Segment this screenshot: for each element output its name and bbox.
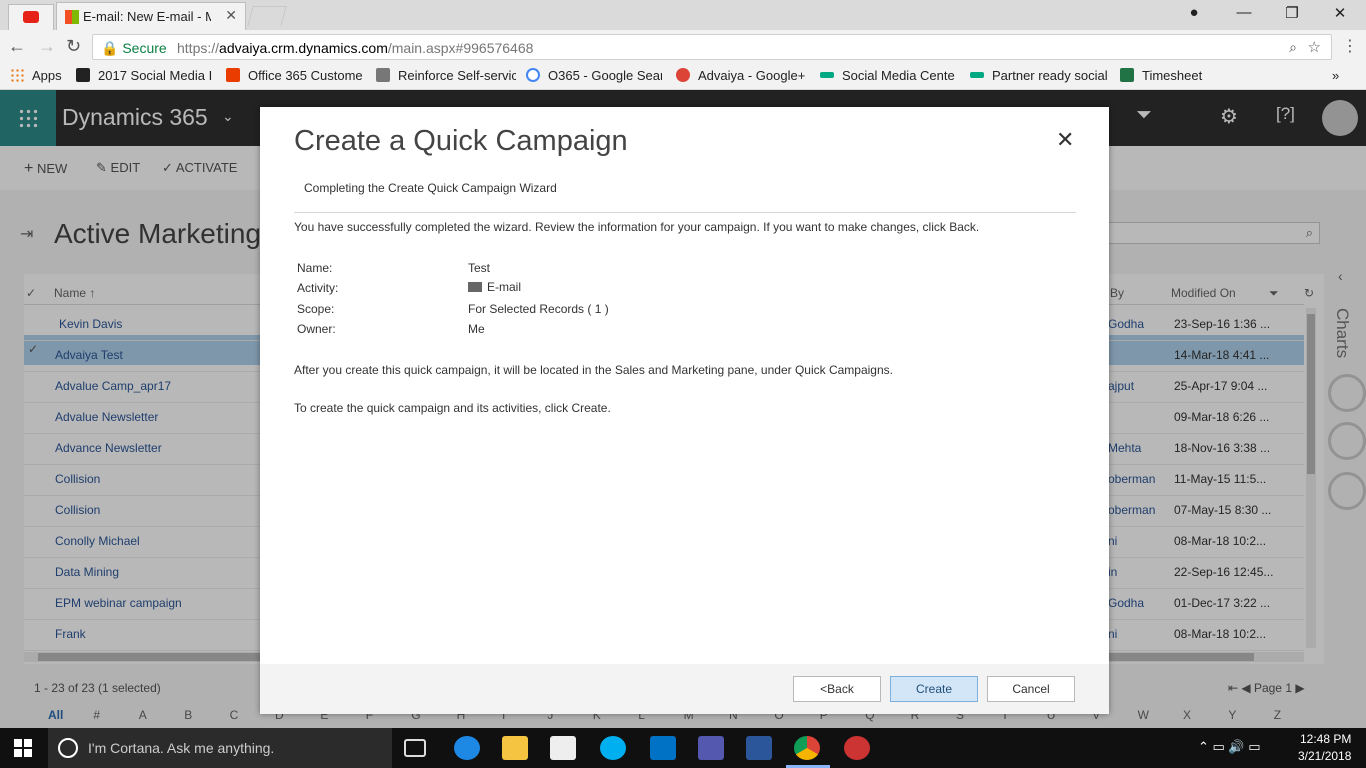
create-info-text: To create the quick campaign and its act… [294,401,611,415]
bookmark-label: O365 - Google Sear [548,68,662,83]
bookmark-label: Social Media Cente [842,68,955,83]
divider [294,212,1076,213]
back-arrow-icon[interactable]: ← [8,36,26,57]
teams-icon[interactable] [698,736,724,760]
snipping-tool-icon[interactable] [844,736,870,760]
profile-icon[interactable]: ● [1174,4,1214,21]
bookmark-label: Reinforce Self-servic [398,68,516,83]
bookmark-partner-ready[interactable]: Partner ready social [970,68,1108,83]
excel-icon [1120,68,1134,82]
activity-label: Activity: [297,281,339,295]
close-icon[interactable]: ✕ [1056,127,1074,153]
apps-grid-icon [10,68,24,82]
url-host: advaiya.crm.dynamics.com [219,40,388,56]
bookmark-social-media[interactable]: 2017 Social Media I [76,68,212,83]
cancel-button[interactable]: Cancel [987,676,1075,702]
reload-icon[interactable]: ↻ [66,36,81,57]
outlook-icon[interactable] [650,736,676,760]
new-tab-button[interactable] [247,6,287,26]
cortana-search-box[interactable]: I'm Cortana. Ask me anything. [48,728,392,768]
bookmark-label: Advaiya - Google+ [698,68,806,83]
url-prefix: https:// [177,40,220,56]
bookmark-favicon-icon [376,68,390,82]
windows-start-icon[interactable] [14,739,32,757]
google-icon [526,68,540,82]
name-label: Name: [297,261,333,275]
bookmark-social-media-center[interactable]: Social Media Cente [820,68,958,83]
location-info-text: After you create this quick campaign, it… [294,363,893,377]
quick-campaign-dialog: Create a Quick Campaign ✕ Completing the… [260,107,1109,714]
owner-value: Me [468,322,485,336]
file-explorer-icon[interactable] [502,736,528,760]
dialog-title: Create a Quick Campaign [294,125,628,157]
bookmark-google-plus[interactable]: Advaiya - Google+ [676,68,805,83]
word-icon[interactable] [746,736,772,760]
hpe-icon [970,72,984,78]
system-tray-icons[interactable]: ⌃ ▭ 🔊 ▭ [1198,739,1260,755]
windows-taskbar: I'm Cortana. Ask me anything. ⌃ ▭ 🔊 ▭ 12… [0,728,1366,768]
hpe-icon [820,72,834,78]
bookmark-reinforce[interactable]: Reinforce Self-servic [376,68,516,83]
microsoft-logo-icon [65,10,79,24]
zoom-icon[interactable]: ⌕ [1289,39,1297,56]
scope-value: For Selected Records ( 1 ) [468,302,609,316]
create-button[interactable]: Create [890,676,978,702]
edge-icon[interactable] [454,736,480,760]
bookmark-timesheet[interactable]: Timesheet [1120,68,1202,83]
activity-value: E-mail [468,280,521,294]
bookmark-label: Partner ready social [992,68,1108,83]
secure-label: Secure [122,40,167,56]
youtube-icon [23,11,39,23]
url-text[interactable]: https://advaiya.crm.dynamics.com/main.as… [177,40,533,56]
chrome-menu-icon[interactable]: ⋮ [1342,36,1358,56]
bookmark-office365[interactable]: Office 365 Custome [226,68,364,83]
omnibox[interactable]: 🔒 Secure https://advaiya.crm.dynamics.co… [92,34,1332,60]
bookmarks-bar: Apps 2017 Social Media I Office 365 Cust… [0,64,1366,90]
dialog-footer: <Back Create Cancel [260,664,1109,714]
youtube-pinned-tab[interactable] [8,4,54,30]
bookmarks-overflow-icon[interactable]: » [1332,68,1339,83]
tab-close-icon[interactable]: ✕ [225,7,237,24]
skype-icon[interactable] [600,736,626,760]
lock-icon: 🔒 [101,40,119,56]
bookmark-label: Apps [32,68,62,83]
clock-date[interactable]: 3/21/2018 [1298,749,1351,763]
url-path: /main.aspx#996576468 [387,40,534,56]
bookmark-google-search[interactable]: O365 - Google Sear [526,68,662,83]
office-icon [226,68,240,82]
address-bar-row: ← → ↻ 🔒 Secure https://advaiya.crm.dynam… [0,30,1366,64]
tab-title: E-mail: New E-mail - M [83,9,211,24]
bookmark-label: Office 365 Custome [248,68,363,83]
bookmark-label: Timesheet [1142,68,1203,83]
wizard-complete-text: You have successfully completed the wiza… [294,220,980,234]
browser-tab-active[interactable]: E-mail: New E-mail - M ✕ [56,2,246,30]
store-icon[interactable] [550,736,576,760]
name-value: Test [468,261,491,275]
minimize-button[interactable]: — [1224,4,1264,21]
dialog-subtitle: Completing the Create Quick Campaign Wiz… [304,181,557,195]
forward-arrow-icon[interactable]: → [38,36,56,57]
browser-tab-bar: E-mail: New E-mail - M ✕ ● — ❐ ✕ [0,0,1366,30]
envelope-icon [468,282,482,292]
task-view-icon[interactable] [404,739,426,757]
scope-label: Scope: [297,302,335,316]
back-button[interactable]: <Back [793,676,881,702]
cortana-placeholder: I'm Cortana. Ask me anything. [88,740,275,756]
chrome-icon[interactable] [794,736,820,760]
secure-indicator[interactable]: 🔒 Secure [101,40,167,57]
close-window-button[interactable]: ✕ [1320,4,1360,22]
bookmark-favicon-icon [76,68,90,82]
owner-label: Owner: [297,322,336,336]
bookmark-label: 2017 Social Media I [98,68,212,83]
maximize-button[interactable]: ❐ [1272,4,1312,22]
bookmark-star-icon[interactable]: ☆ [1308,38,1321,56]
clock-time[interactable]: 12:48 PM [1300,732,1351,746]
cortana-icon [58,738,78,758]
activity-value-text: E-mail [487,280,522,294]
google-plus-icon [676,68,690,82]
bookmark-apps[interactable]: Apps [10,68,62,83]
